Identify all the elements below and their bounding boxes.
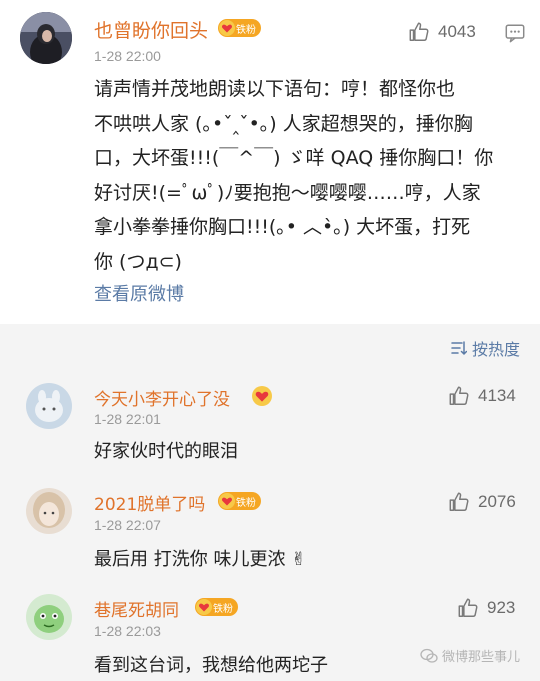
- share-icon[interactable]: [504, 22, 526, 44]
- sort-icon: [451, 341, 467, 355]
- sort-by-hot-button[interactable]: 按热度: [451, 336, 520, 360]
- main-post: 也曾盼你回头 铁粉 1-28 22:00 4043 请声情并茂地朗读以下语句：哼…: [0, 0, 540, 324]
- sort-bar: 按热度: [0, 324, 540, 370]
- comment-like-count: 923: [487, 598, 516, 617]
- comment-like-count: 2076: [478, 492, 516, 511]
- wechat-icon: [420, 648, 438, 663]
- thumbs-up-icon: [409, 22, 429, 41]
- comment-username[interactable]: 2021脱单了吗: [94, 490, 205, 515]
- watermark: 微博那些事儿: [420, 646, 520, 665]
- comment-like-count: 4134: [478, 386, 516, 405]
- comment-username[interactable]: 巷尾死胡同: [94, 596, 179, 621]
- comment-avatar[interactable]: [26, 383, 72, 429]
- main-post-like-count: 4043: [438, 22, 476, 41]
- main-post-text: 请声情并茂地朗读以下语句：哼！都怪你也 不哄哄人家 (｡•ˇ‸ˇ•｡) 人家超想…: [94, 72, 530, 279]
- main-post-avatar[interactable]: [20, 12, 72, 64]
- fan-badge: 铁粉: [195, 598, 238, 616]
- heart-badge-icon: [219, 20, 235, 36]
- text-line: 请声情并茂地朗读以下语句：哼！都怪你也: [94, 78, 456, 100]
- comment-list: 今天小李开心了没 1-28 22:01 4134 好家伙时代的眼泪 2021脱单…: [0, 370, 540, 681]
- thumbs-up-icon: [458, 598, 478, 617]
- main-post-time: 1-28 22:00: [94, 48, 161, 64]
- view-original-link[interactable]: 查看原微博: [94, 280, 184, 306]
- watermark-text: 微博那些事儿: [442, 650, 521, 665]
- comment-text: 好家伙时代的眼泪: [94, 441, 238, 462]
- fan-badge: 铁粉: [218, 492, 261, 510]
- main-post-username[interactable]: 也曾盼你回头: [94, 16, 208, 43]
- comment-time: 1-28 22:07: [94, 517, 161, 533]
- thumbs-up-icon: [449, 492, 469, 511]
- heart-badge-icon: [219, 493, 235, 509]
- comment-username[interactable]: 今天小李开心了没: [94, 385, 230, 410]
- fan-badge: 铁粉: [218, 19, 261, 37]
- comment-like-button[interactable]: 4134: [448, 385, 516, 407]
- comment-time: 1-28 22:01: [94, 411, 161, 427]
- thumbs-up-icon: [449, 386, 469, 405]
- main-post-like-button[interactable]: 4043: [408, 21, 476, 43]
- text-line: 不哄哄人家 (｡•ˇ‸ˇ•｡) 人家超想哭的，捶你胸: [94, 112, 473, 135]
- text-line: 好讨厌!(=ﾟωﾟ)ﾉ要抱抱～嘤嘤嘤……哼，人家: [94, 181, 481, 204]
- heart-badge-icon: [252, 386, 272, 406]
- badge-label: 铁粉: [236, 497, 256, 509]
- text-line: 拿小拳拳捶你胸口!!!(｡• ︿•̀｡) 大坏蛋，打死: [94, 216, 471, 238]
- badge-label: 铁粉: [236, 24, 256, 36]
- sort-label: 按热度: [471, 340, 520, 359]
- comment-text: 最后用 打洗你 味儿更浓 ✌: [94, 549, 307, 570]
- badge-label: 铁粉: [213, 603, 233, 615]
- comment-avatar[interactable]: [26, 594, 72, 640]
- comment-avatar[interactable]: [26, 488, 72, 534]
- text-line: 口，大坏蛋!!!(￣^￣) ゞ咩 QAQ 捶你胸口！你: [94, 147, 494, 169]
- comment-text: 看到这台词，我想给他两坨子: [94, 655, 328, 676]
- comment-time: 1-28 22:03: [94, 623, 161, 639]
- comment-like-button[interactable]: 923: [457, 597, 515, 619]
- text-line: 你 (つд⊂): [94, 250, 182, 273]
- comment-like-button[interactable]: 2076: [448, 491, 516, 513]
- heart-badge-icon: [196, 599, 212, 615]
